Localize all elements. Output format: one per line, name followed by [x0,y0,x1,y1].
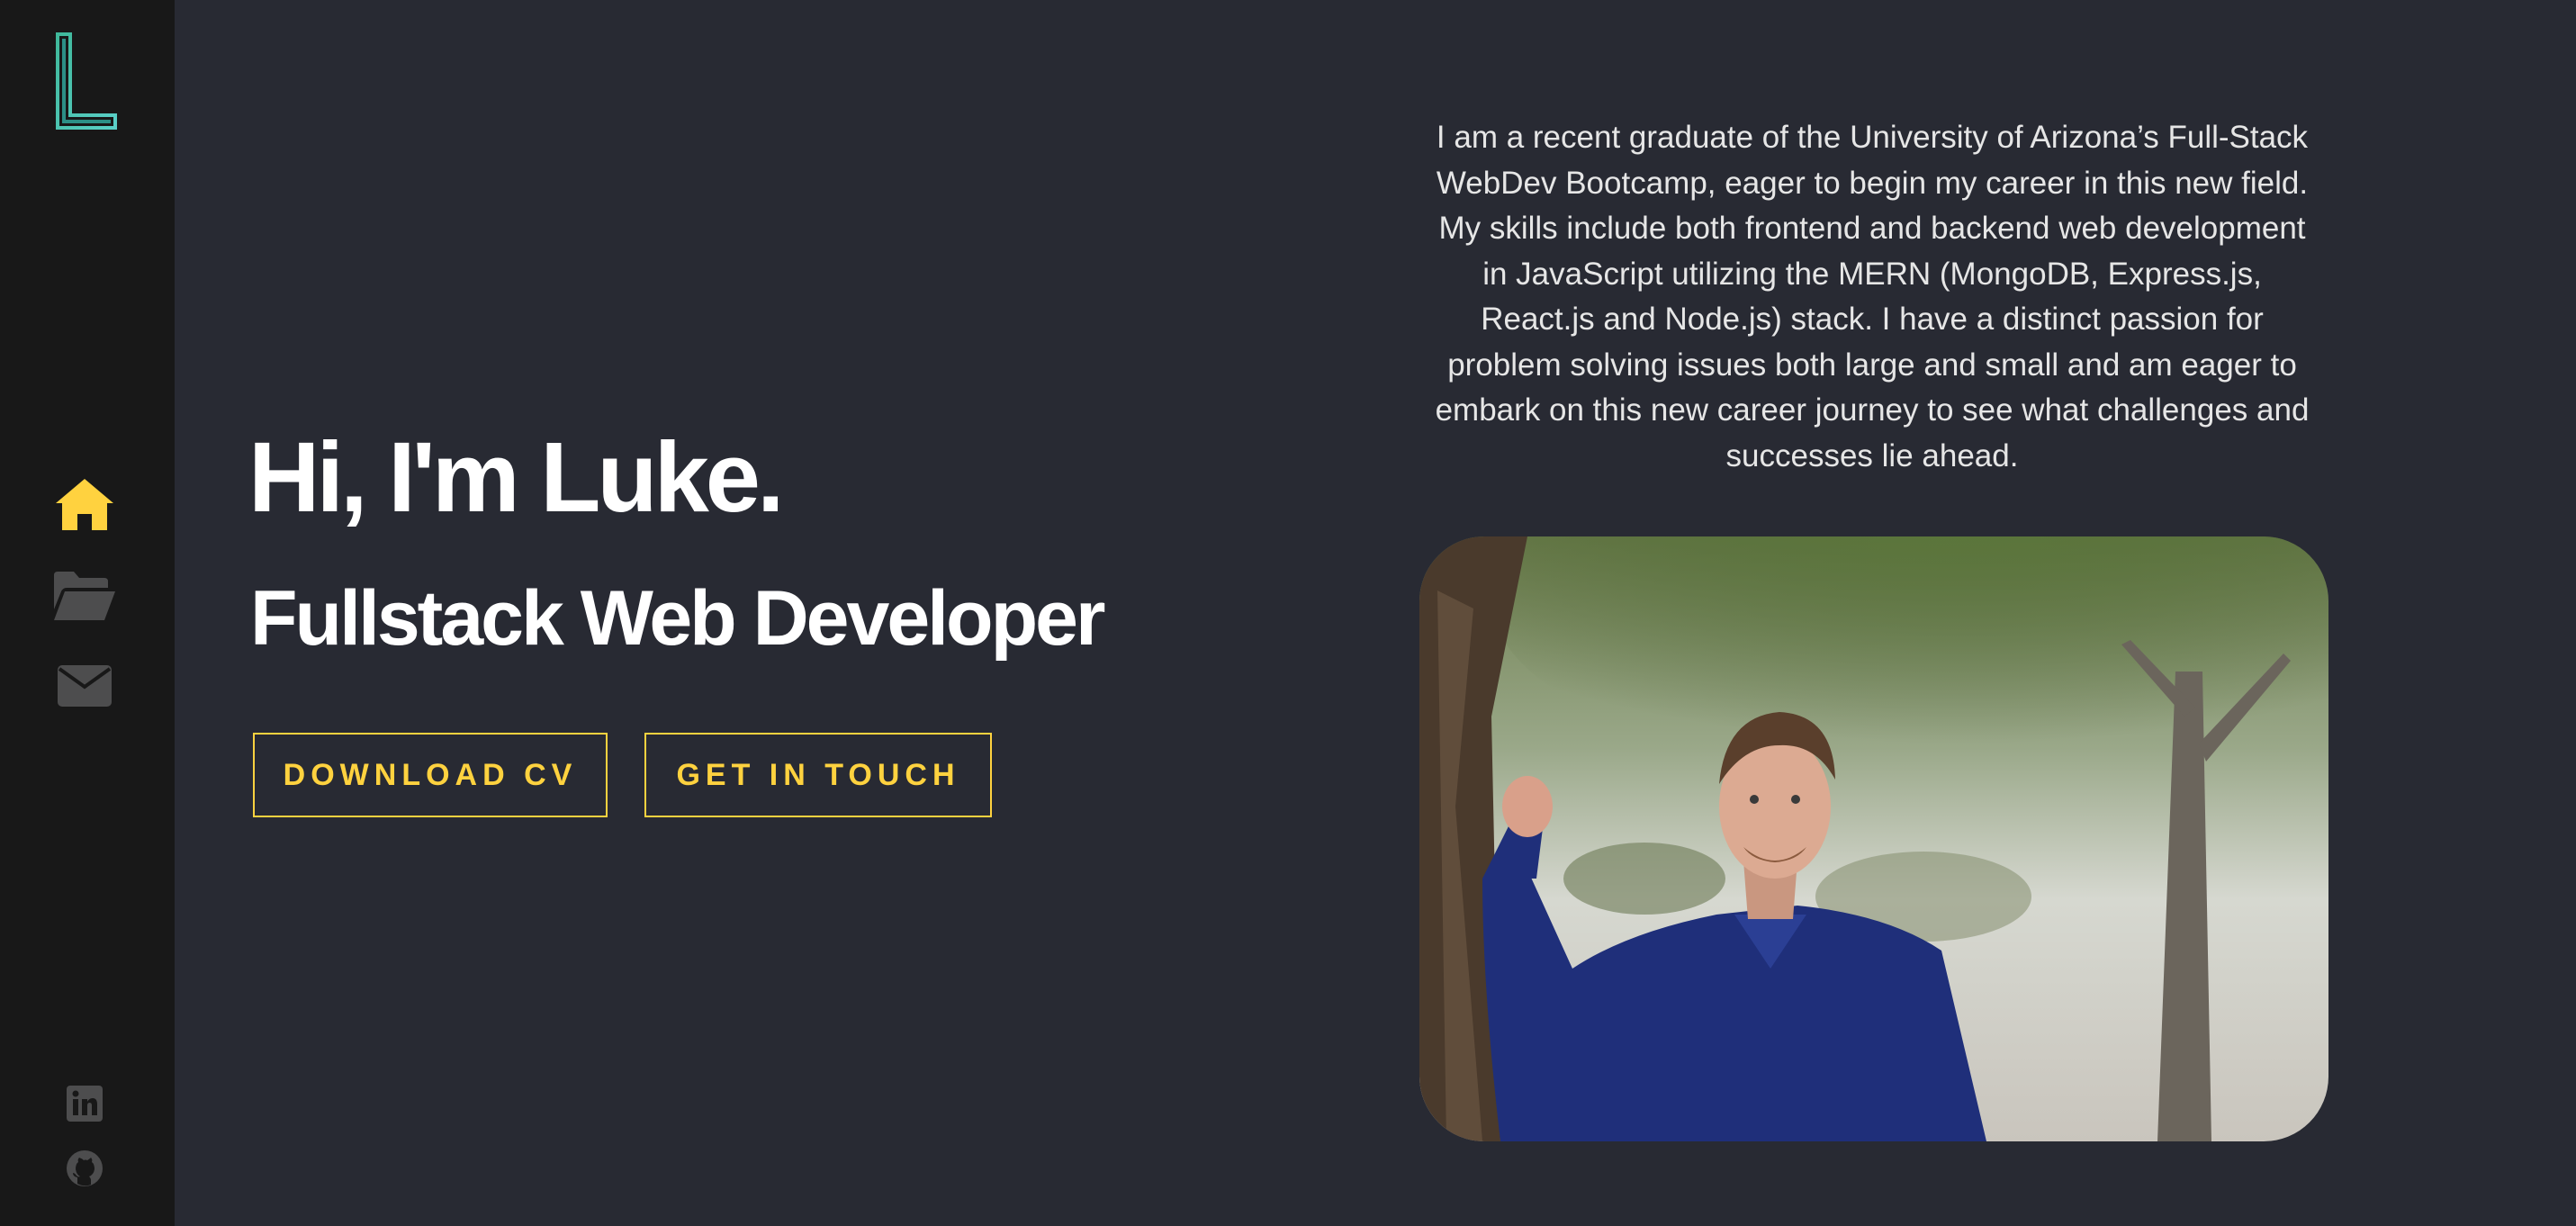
get-in-touch-button[interactable]: GET IN TOUCH [644,733,992,817]
github-link[interactable] [63,1147,106,1190]
linkedin-link[interactable] [63,1082,106,1125]
home-icon [56,479,113,530]
hero-title: Hi, I'm Luke. [248,422,785,533]
bio-text: I am a recent graduate of the University… [1435,120,2310,473]
nav-home[interactable] [50,470,119,538]
logo-icon[interactable] [45,29,126,140]
folder-open-icon [54,572,115,620]
nav-contact[interactable] [50,652,119,720]
hero-subtitle: Fullstack Web Developer [250,575,1105,662]
envelope-icon [58,665,112,707]
linkedin-icon [67,1086,103,1122]
profile-photo [1419,536,2328,1141]
sidebar [0,0,175,1226]
github-icon [67,1150,103,1186]
nav-projects[interactable] [50,562,119,630]
download-cv-button[interactable]: DOWNLOAD CV [253,733,608,817]
